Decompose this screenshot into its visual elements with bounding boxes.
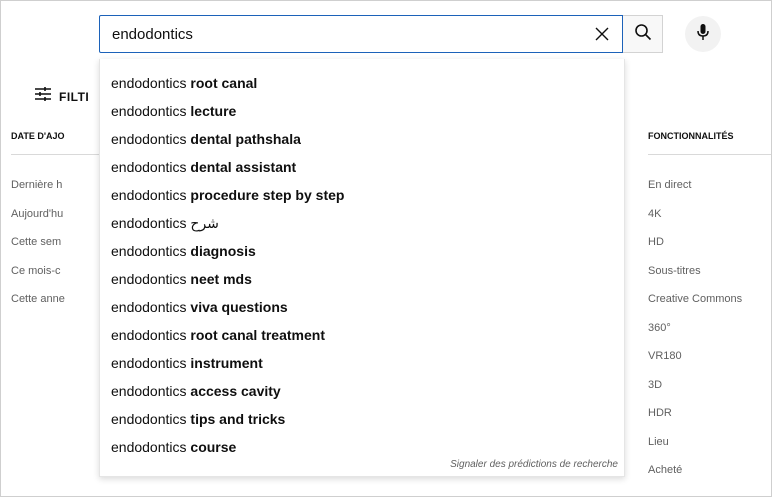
upload-date-list: Dernière h Aujourd'hu Cette sem Ce mois-…: [11, 176, 65, 319]
suggestion-item[interactable]: endodontics tips and tricks: [100, 405, 624, 433]
suggestion-list: endodontics root canal endodontics lectu…: [100, 69, 624, 461]
suggestion-completion: dental pathshala: [190, 131, 301, 147]
suggestion-prefix: endodontics: [111, 159, 191, 175]
divider: [11, 154, 99, 155]
report-predictions-link[interactable]: Signaler des prédictions de recherche: [450, 459, 618, 470]
suggestion-item[interactable]: endodontics root canal: [100, 69, 624, 97]
filter-option[interactable]: HDR: [648, 404, 742, 433]
close-icon[interactable]: [590, 22, 614, 46]
suggestion-prefix: endodontics: [111, 75, 191, 91]
suggestion-item[interactable]: endodontics procedure step by step: [100, 181, 624, 209]
suggestion-item[interactable]: endodontics diagnosis: [100, 237, 624, 265]
features-heading: FONCTIONNALITÉS: [648, 131, 734, 141]
filter-option[interactable]: 4K: [648, 205, 742, 234]
filter-option[interactable]: Creative Commons: [648, 290, 742, 319]
tune-icon: [35, 87, 51, 106]
voice-search-button[interactable]: [685, 16, 721, 52]
suggestion-prefix: endodontics: [111, 215, 191, 231]
suggestion-item[interactable]: endodontics lecture: [100, 97, 624, 125]
suggestion-completion: procedure step by step: [190, 187, 345, 203]
suggestion-completion: شرح: [190, 215, 219, 231]
suggestion-completion: root canal treatment: [190, 327, 325, 343]
filter-option[interactable]: 360°: [648, 319, 742, 348]
filters-toggle[interactable]: FILTI: [35, 87, 89, 106]
suggestion-prefix: endodontics: [111, 299, 191, 315]
search-suggestions-dropdown: endodontics root canal endodontics lectu…: [99, 59, 625, 477]
search-icon: [634, 23, 652, 46]
suggestion-prefix: endodontics: [111, 271, 191, 287]
features-list: En direct 4K HD Sous-titres Creative Com…: [648, 176, 742, 490]
suggestion-item[interactable]: endodontics access cavity: [100, 377, 624, 405]
divider: [648, 154, 771, 155]
suggestion-completion: tips and tricks: [190, 411, 286, 427]
suggestion-prefix: endodontics: [111, 355, 191, 371]
filter-option[interactable]: Acheté: [648, 461, 742, 490]
search-button[interactable]: [623, 15, 663, 53]
suggestion-item[interactable]: endodontics viva questions: [100, 293, 624, 321]
filter-option[interactable]: Aujourd'hu: [11, 205, 65, 234]
filter-option[interactable]: HD: [648, 233, 742, 262]
upload-date-heading: DATE D'AJO: [11, 131, 65, 141]
suggestion-item[interactable]: endodontics course: [100, 433, 624, 461]
top-bar: endodontics: [1, 1, 771, 61]
search-input[interactable]: endodontics: [99, 15, 623, 53]
suggestion-prefix: endodontics: [111, 103, 191, 119]
suggestion-item[interactable]: endodontics dental assistant: [100, 153, 624, 181]
filter-option[interactable]: Cette sem: [11, 233, 65, 262]
suggestion-prefix: endodontics: [111, 327, 191, 343]
filter-option[interactable]: Cette anne: [11, 290, 65, 319]
filters-label: FILTI: [59, 89, 90, 104]
filter-option[interactable]: Dernière h: [11, 176, 65, 205]
suggestion-prefix: endodontics: [111, 383, 191, 399]
suggestion-completion: diagnosis: [190, 243, 256, 259]
app-frame: endodontics FILTI DATE D'AJO Dernière h …: [0, 0, 772, 497]
suggestion-item[interactable]: endodontics root canal treatment: [100, 321, 624, 349]
filter-option[interactable]: En direct: [648, 176, 742, 205]
search-query-text[interactable]: endodontics: [112, 26, 193, 43]
suggestion-completion: root canal: [190, 75, 258, 91]
suggestion-prefix: endodontics: [111, 411, 191, 427]
suggestion-prefix: endodontics: [111, 243, 191, 259]
filter-option[interactable]: Ce mois-c: [11, 262, 65, 291]
suggestion-completion: neet mds: [190, 271, 252, 287]
suggestion-completion: course: [190, 439, 237, 455]
microphone-icon: [696, 23, 710, 46]
suggestion-item[interactable]: endodontics dental pathshala: [100, 125, 624, 153]
suggestion-prefix: endodontics: [111, 131, 191, 147]
suggestion-item[interactable]: endodontics instrument: [100, 349, 624, 377]
suggestion-completion: dental assistant: [190, 159, 297, 175]
filter-option[interactable]: 3D: [648, 376, 742, 405]
suggestion-completion: access cavity: [190, 383, 281, 399]
filter-option[interactable]: Lieu: [648, 433, 742, 462]
suggestion-completion: instrument: [190, 355, 263, 371]
suggestion-completion: lecture: [190, 103, 237, 119]
suggestion-prefix: endodontics: [111, 187, 191, 203]
suggestion-prefix: endodontics: [111, 439, 191, 455]
suggestion-item[interactable]: endodontics شرح: [100, 209, 624, 237]
filter-option[interactable]: Sous-titres: [648, 262, 742, 291]
filter-option[interactable]: VR180: [648, 347, 742, 376]
suggestion-item[interactable]: endodontics neet mds: [100, 265, 624, 293]
suggestion-completion: viva questions: [190, 299, 288, 315]
